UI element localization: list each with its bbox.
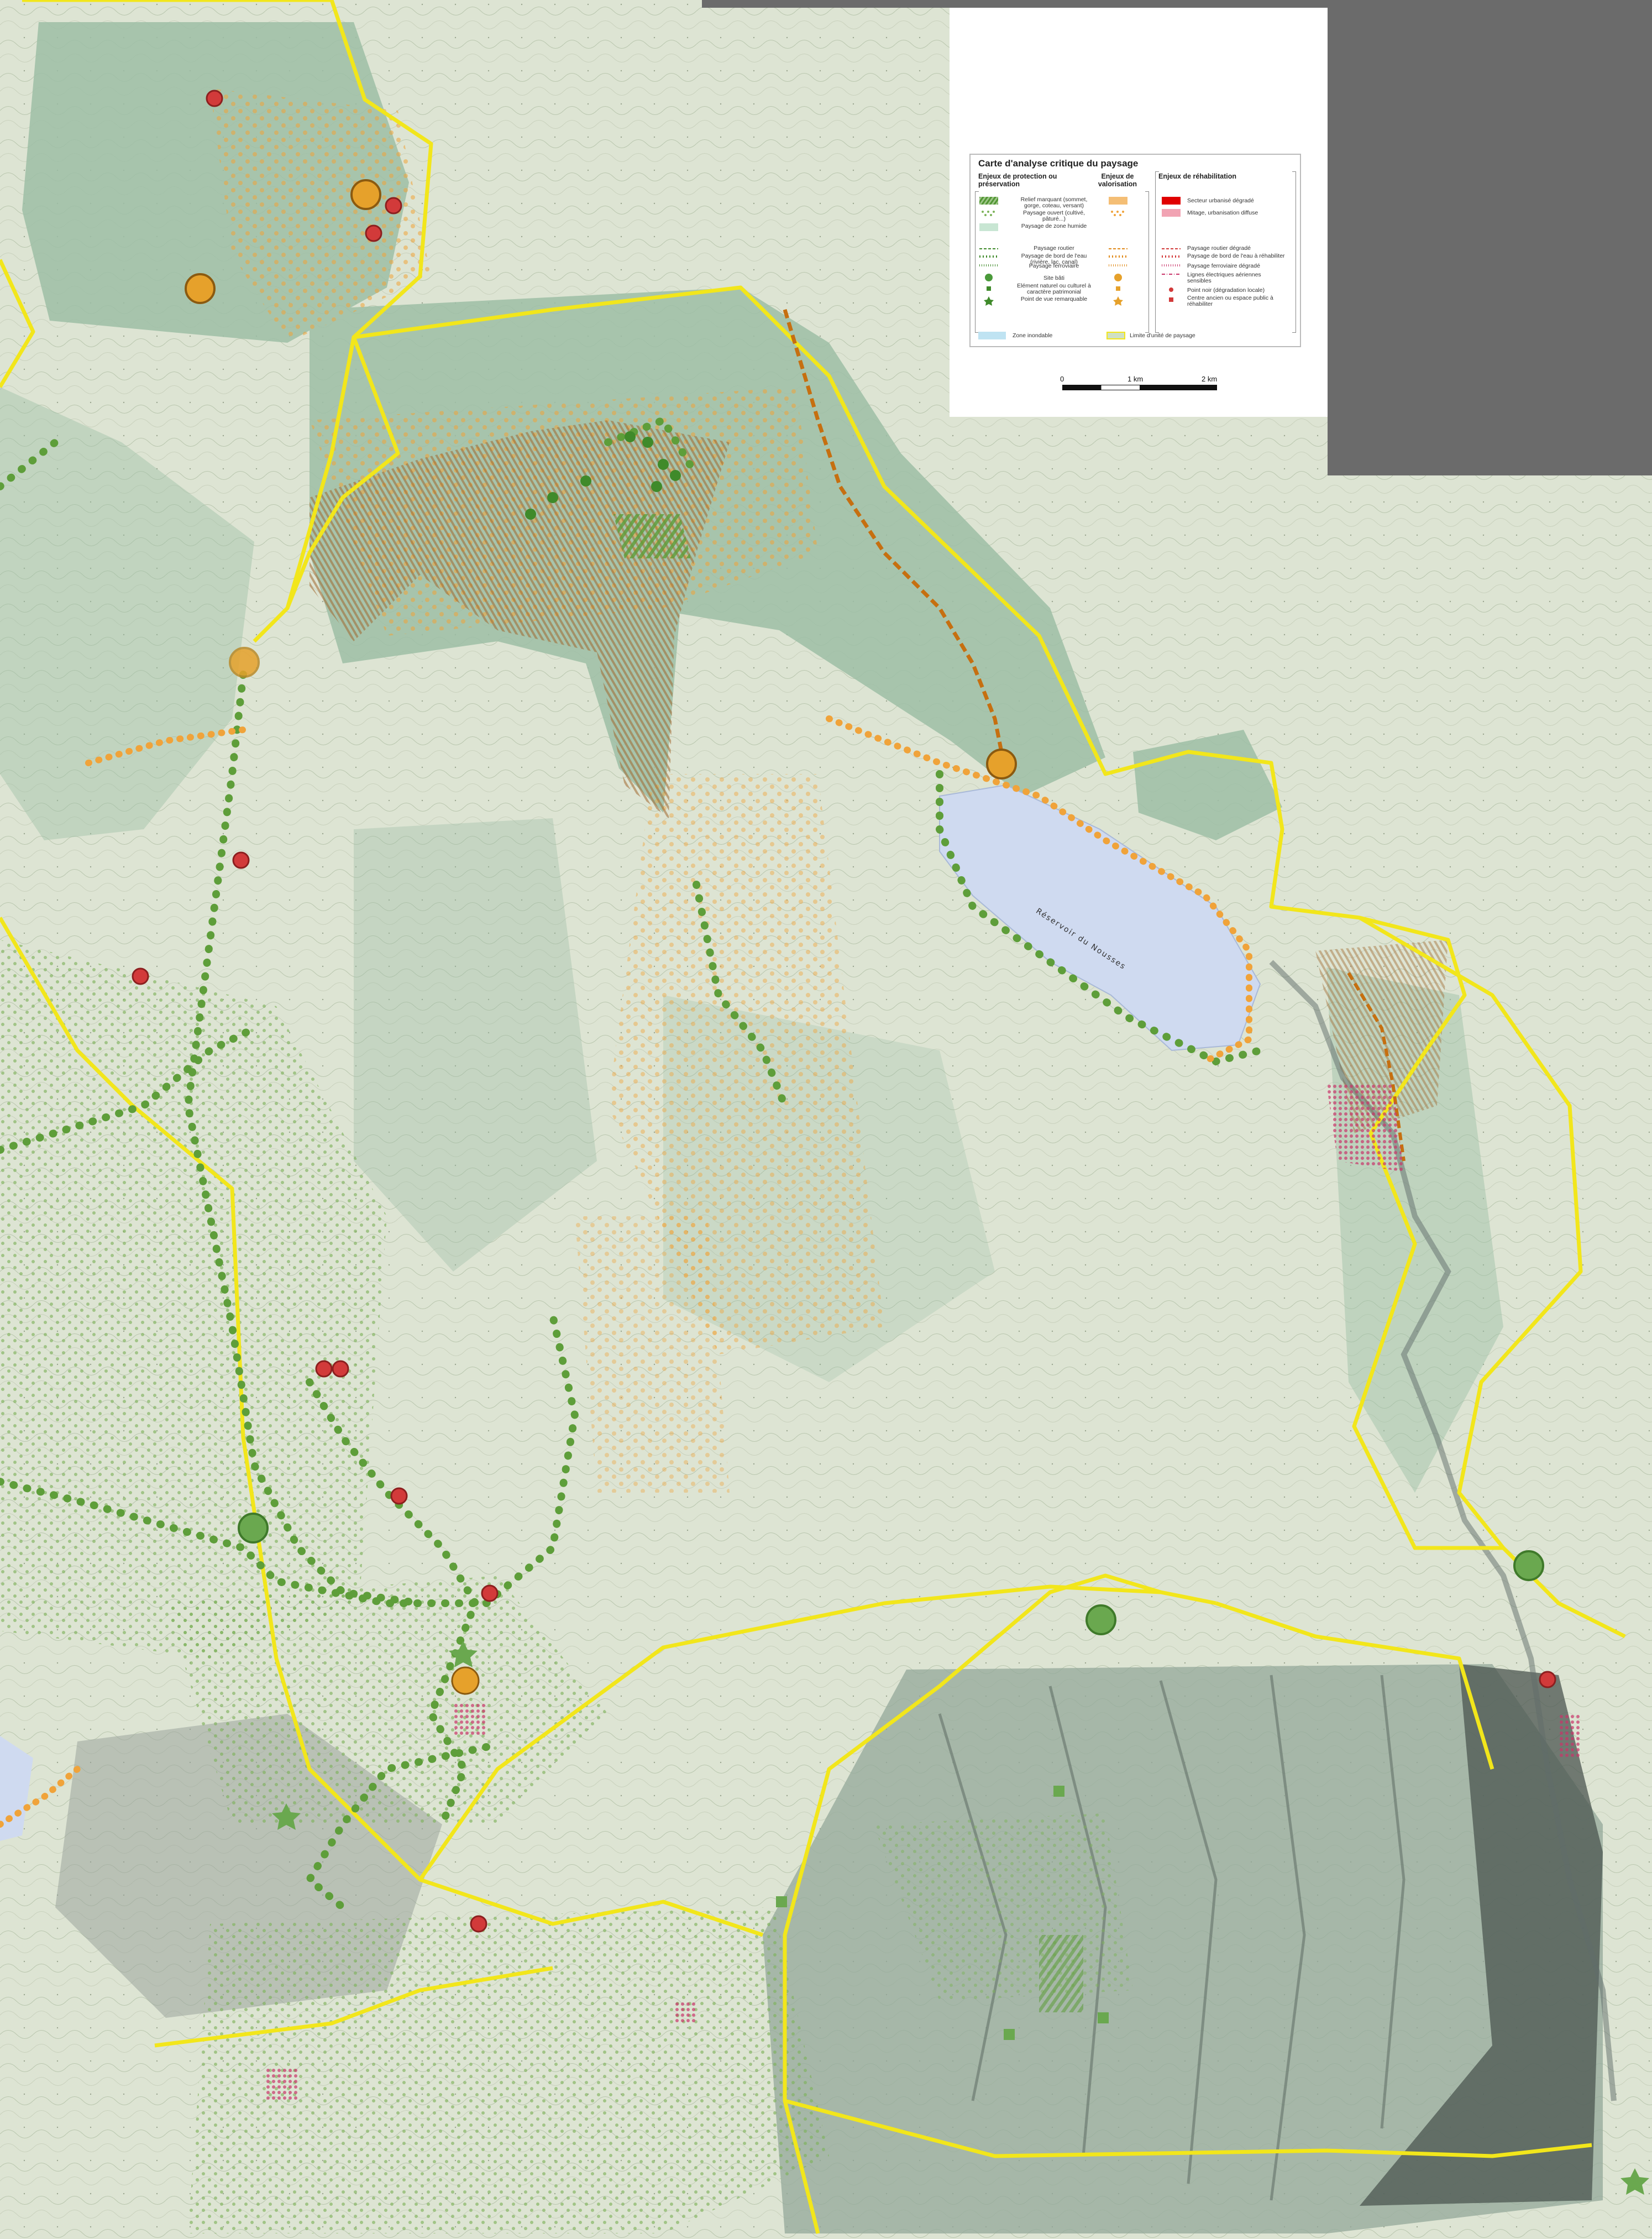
scale-label-0: 0 (1060, 375, 1064, 383)
legend-item-open: Paysage ouvert (cultivé, pâturé...) (1022, 210, 1085, 222)
legend-title: Carte d'analyse critique du paysage (978, 158, 1139, 169)
legend-swatch-unit-limit (1106, 332, 1125, 339)
scale-bar (1062, 385, 1217, 390)
legend-item-old-center: Centre ancien ou espace public à réhabil… (1187, 295, 1273, 307)
scale-label-2km: 2 km (1202, 375, 1218, 383)
legend-heading-rehabilitation: Enjeux de réhabilitation (1158, 172, 1236, 180)
legend-item-unit-limit: Limite d'unité de paysage (1130, 332, 1195, 339)
legend-item-water-rehab: Paysage de bord de l'eau à réhabiliter (1187, 253, 1285, 259)
legend-item-viewpoint: Point de vue remarquable (1020, 296, 1088, 302)
legend-item-sprawl: Mitage, urbanisation diffuse (1187, 210, 1258, 216)
legend-panel: Carte d'analyse critique du paysage Enje… (950, 8, 1328, 417)
legend-item-flood: Zone inondable (1013, 332, 1053, 339)
legend-item-power-lines: Lignes électriques aériennes sensibles (1187, 271, 1261, 284)
map-canvas[interactable]: Réservoir du Nousses Carte d'analyse cri… (0, 0, 1652, 2239)
legend-heading-protection: Enjeux de protection ou préservation (978, 172, 1057, 188)
legend-item-road-degraded: Paysage routier dégradé (1187, 245, 1251, 252)
legend-swatch-flood (978, 332, 1006, 339)
legend-item-site: Site bâti (1043, 275, 1064, 281)
legend-item-road: Paysage routier (1034, 245, 1074, 252)
grey-panel-right (1328, 0, 1652, 475)
legend-item-urban: Secteur urbanisé dégradé (1187, 197, 1254, 204)
legend-box: Carte d'analyse critique du paysage Enje… (969, 154, 1301, 347)
legend-item-relief: Relief marquant (sommet, gorge, coteau, … (1020, 196, 1088, 209)
scale-label-1km: 1 km (1127, 375, 1144, 383)
legend-heading-valorisation: Enjeux de valorisation (1098, 172, 1137, 188)
legend-item-rail-degraded: Paysage ferroviaire dégradé (1187, 263, 1260, 269)
legend-item-humid: Paysage de zone humide (1021, 223, 1087, 229)
legend-protection-swatches (979, 197, 998, 306)
legend-valorisation-swatches (1109, 197, 1127, 306)
legend-rehabilitation-swatches (1162, 197, 1181, 302)
legend-item-heritage: Elément naturel ou culturel à caractère … (1017, 283, 1091, 295)
legend-item-rail: Paysage ferroviaire (1029, 263, 1079, 269)
legend-item-black-point: Point noir (dégradation locale) (1187, 287, 1265, 294)
